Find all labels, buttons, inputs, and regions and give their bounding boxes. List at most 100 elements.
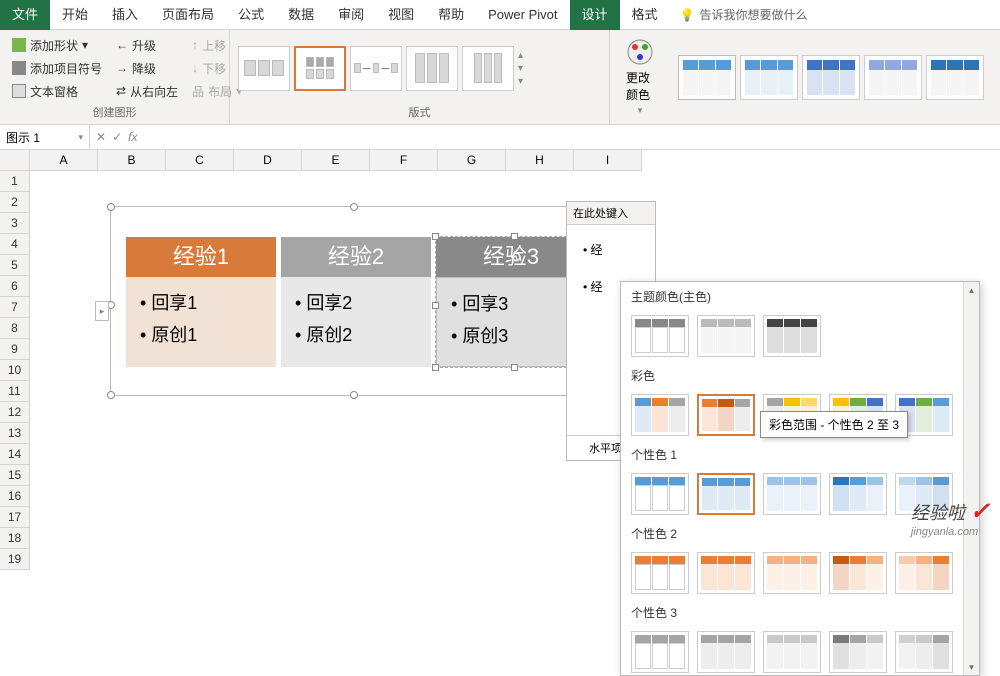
layout-thumb-1[interactable] [238, 46, 290, 91]
layout-thumb-2[interactable] [294, 46, 346, 91]
theme-thumb-2[interactable] [697, 315, 755, 357]
layout-scroll-up[interactable]: ▴ [518, 50, 523, 61]
sheet-area: 12345678910111213141516171819 ▸ 经验1 • 回享… [0, 171, 1000, 569]
text-pane-toggle[interactable]: ▸ [95, 301, 109, 321]
col-header[interactable]: D [234, 150, 302, 171]
tab-home[interactable]: 开始 [50, 0, 100, 30]
row-header[interactable]: 8 [0, 318, 30, 339]
row-header[interactable]: 17 [0, 507, 30, 528]
accent3-thumb-2[interactable] [697, 631, 755, 673]
colorful-thumb-2[interactable] [697, 394, 755, 436]
style-thumb-1[interactable] [678, 55, 736, 100]
row-header[interactable]: 10 [0, 360, 30, 381]
change-color-button[interactable]: 更改颜色 ▾ [618, 34, 662, 119]
smartart-container[interactable]: ▸ 经验1 • 回享1 • 原创1 经验2 • 回享2 • 原创2 [110, 206, 590, 396]
promote-button[interactable]: ← 升级 [112, 35, 182, 56]
col-header[interactable]: B [98, 150, 166, 171]
rtl-button[interactable]: ⇄ 从右向左 [112, 81, 182, 102]
theme-thumb-3[interactable] [763, 315, 821, 357]
fx-icon[interactable]: fx [128, 130, 137, 144]
col-header[interactable]: C [166, 150, 234, 171]
style-thumb-2[interactable] [740, 55, 798, 100]
demote-button[interactable]: → 降级 [112, 58, 182, 79]
row-header[interactable]: 19 [0, 549, 30, 570]
accent3-thumb-1[interactable] [631, 631, 689, 673]
layout-thumb-3[interactable]: —— [350, 46, 402, 91]
select-all-corner[interactable] [0, 150, 30, 171]
row-header[interactable]: 3 [0, 213, 30, 234]
tell-me[interactable]: 💡 告诉我你想要做什么 [670, 6, 818, 23]
row-header[interactable]: 6 [0, 276, 30, 297]
text-pane-item-1[interactable]: • 经 [573, 231, 649, 268]
row-header[interactable]: 4 [0, 234, 30, 255]
layout-thumb-5[interactable] [462, 46, 514, 91]
tab-file[interactable]: 文件 [0, 0, 50, 30]
add-shape-button[interactable]: 添加形状 ▾ [8, 35, 106, 56]
col-header[interactable]: G [438, 150, 506, 171]
row-header[interactable]: 1 [0, 171, 30, 192]
accent1-thumb-1[interactable] [631, 473, 689, 515]
tab-view[interactable]: 视图 [376, 0, 426, 30]
col-header[interactable]: A [30, 150, 98, 171]
layout-scroll-down[interactable]: ▾ [518, 63, 523, 74]
block2-body: • 回享2 • 原创2 [281, 277, 431, 367]
smartart-block-1[interactable]: 经验1 • 回享1 • 原创1 [126, 237, 276, 367]
style-thumb-3[interactable] [802, 55, 860, 100]
row-header[interactable]: 9 [0, 339, 30, 360]
cancel-icon[interactable]: ✕ [96, 130, 106, 144]
colorful-thumb-1[interactable] [631, 394, 689, 436]
smartart-block-3[interactable]: 经验3⟲ • 回享3 • 原创3 [436, 237, 586, 367]
accent2-thumb-2[interactable] [697, 552, 755, 594]
smartart-block-2[interactable]: 经验2 • 回享2 • 原创2 [281, 237, 431, 367]
accent2-thumb-5[interactable] [895, 552, 953, 594]
add-bullet-button[interactable]: 添加项目符号 [8, 58, 106, 79]
row-header[interactable]: 16 [0, 486, 30, 507]
accent1-thumb-4[interactable] [829, 473, 887, 515]
col-header[interactable]: H [506, 150, 574, 171]
accent2-thumb-1[interactable] [631, 552, 689, 594]
accent1-thumb-2[interactable] [697, 473, 755, 515]
tab-review[interactable]: 审阅 [326, 0, 376, 30]
accent3-thumb-3[interactable] [763, 631, 821, 673]
style-thumb-5[interactable] [926, 55, 984, 100]
group-layouts: 版式 [238, 102, 601, 120]
accent3-thumb-4[interactable] [829, 631, 887, 673]
row-header[interactable]: 18 [0, 528, 30, 549]
tab-formula[interactable]: 公式 [226, 0, 276, 30]
row-header[interactable]: 7 [0, 297, 30, 318]
tab-format[interactable]: 格式 [620, 0, 670, 30]
popup-scrollbar[interactable]: ▴ ▾ [963, 282, 979, 675]
tab-layout[interactable]: 页面布局 [150, 0, 226, 30]
row-header[interactable]: 12 [0, 402, 30, 423]
tab-design[interactable]: 设计 [570, 0, 620, 30]
layout-more[interactable]: ▾ [518, 76, 523, 87]
name-box[interactable]: 图示 1▾ [0, 125, 90, 149]
col-header[interactable]: I [574, 150, 642, 171]
accent2-thumb-4[interactable] [829, 552, 887, 594]
style-thumb-4[interactable] [864, 55, 922, 100]
accent3-thumb-5[interactable] [895, 631, 953, 673]
col-header[interactable]: E [302, 150, 370, 171]
tab-data[interactable]: 数据 [276, 0, 326, 30]
col-header[interactable]: F [370, 150, 438, 171]
theme-thumb-1[interactable] [631, 315, 689, 357]
row-header[interactable]: 5 [0, 255, 30, 276]
tab-help[interactable]: 帮助 [426, 0, 476, 30]
section-accent3: 个性色 3 [621, 598, 979, 627]
tab-powerpivot[interactable]: Power Pivot [476, 0, 569, 30]
row-header[interactable]: 11 [0, 381, 30, 402]
row-header[interactable]: 15 [0, 465, 30, 486]
row-header[interactable]: 13 [0, 423, 30, 444]
block2-title: 经验2 [281, 237, 431, 277]
watermark: 经验啦 ✓ jingyanla.com [911, 497, 990, 538]
row-header[interactable]: 2 [0, 192, 30, 213]
text-pane-button[interactable]: 文本窗格 [8, 81, 106, 102]
accent2-thumb-3[interactable] [763, 552, 821, 594]
lightbulb-icon: 💡 [680, 8, 695, 22]
layout-thumb-4[interactable] [406, 46, 458, 91]
block3-title: 经验3⟲ [436, 237, 586, 277]
enter-icon[interactable]: ✓ [112, 130, 122, 144]
tab-insert[interactable]: 插入 [100, 0, 150, 30]
accent1-thumb-3[interactable] [763, 473, 821, 515]
row-header[interactable]: 14 [0, 444, 30, 465]
